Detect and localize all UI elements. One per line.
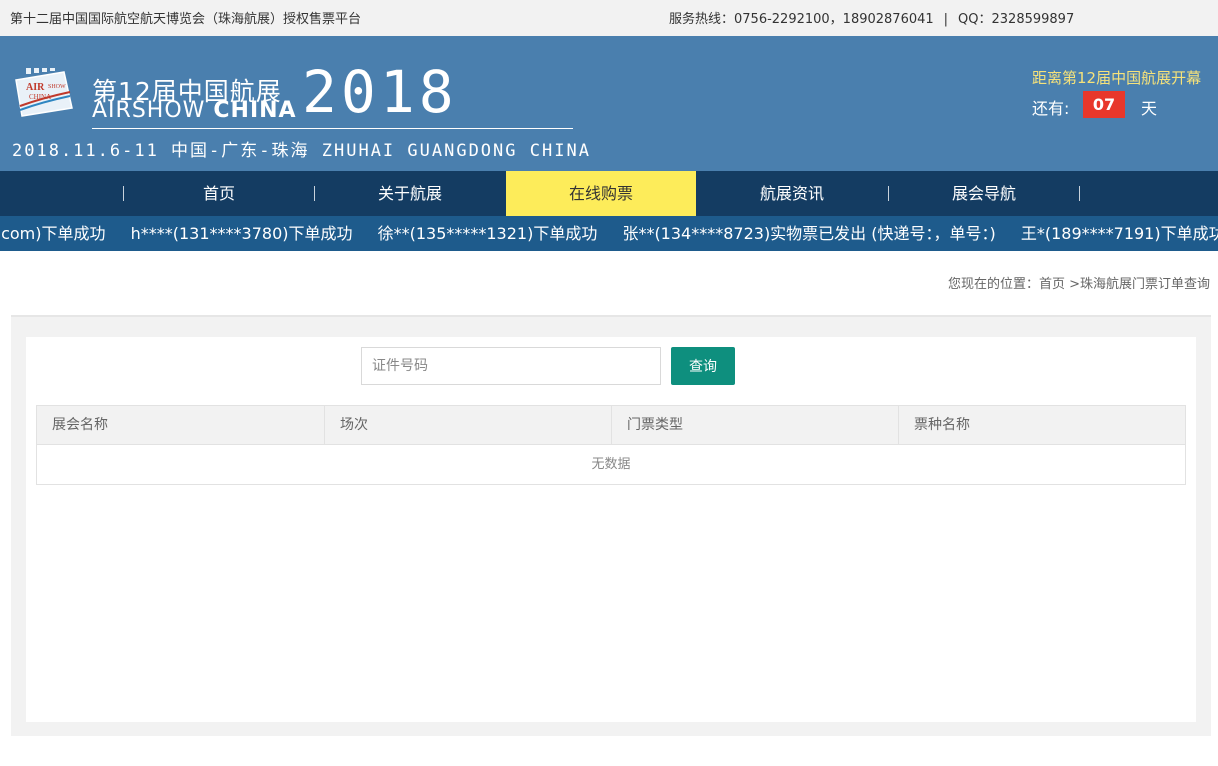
ticker-message: 徐**(135*****1321)下单成功 <box>377 224 598 243</box>
order-ticker: *.com)下单成功 h****(131****3780)下单成功 徐**(13… <box>0 216 1218 251</box>
logo-divider <box>92 128 573 129</box>
hotline-text: 服务热线：0756-2292100，18902876041 <box>669 12 934 27</box>
ticker-message: 王*(189****7191)下单成功 <box>1020 224 1218 243</box>
nav-item-guide[interactable]: 展会导航 <box>889 171 1079 216</box>
qq-text: QQ：2328599897 <box>958 12 1075 27</box>
site-header: AIR SHOW CHINA 第12届中国航展 AIRSHOW CHINA 20… <box>0 36 1218 171</box>
nav-divider <box>1079 186 1080 201</box>
column-header-exhibition: 展会名称 <box>52 417 108 433</box>
svg-text:AIR: AIR <box>26 82 45 93</box>
column-header-session: 场次 <box>324 406 611 445</box>
countdown-unit: 天 <box>1141 99 1158 118</box>
nav-item-buy-tickets[interactable]: 在线购票 <box>506 171 696 216</box>
countdown-title: 距离第12届中国航展开幕 <box>1032 69 1202 87</box>
content-area: 查询 展会名称 场次 门票类型 票种名称 无数据 <box>11 315 1211 736</box>
ticker-message: h****(131****3780)下单成功 <box>130 224 353 243</box>
logo-title-en-light: AIRSHOW <box>92 98 206 123</box>
main-nav: 首页 关于航展 在线购票 航展资讯 展会导航 <box>0 171 1218 216</box>
svg-text:CHINA: CHINA <box>29 93 51 101</box>
table-empty-message: 无数据 <box>591 457 631 472</box>
column-header-ticket-type: 门票类型 <box>611 406 898 445</box>
contact-separator: | <box>943 12 949 27</box>
airshow-logo-icon[interactable]: AIR SHOW CHINA <box>12 68 76 120</box>
logo-year: 2018 <box>302 58 458 126</box>
countdown-days-badge: 07 <box>1083 91 1125 118</box>
ticker-message: *.com)下单成功 <box>0 224 106 243</box>
query-button[interactable]: 查询 <box>671 347 735 385</box>
table-header: 展会名称 场次 门票类型 票种名称 <box>37 406 1185 445</box>
top-info-bar: 第十二届中国国际航空航天博览会（珠海航展）授权售票平台 服务热线：0756-22… <box>0 0 1218 36</box>
contact-info: 服务热线：0756-2292100，18902876041 | QQ：2328599… <box>669 8 1074 27</box>
countdown-remaining-label: 还有: <box>1032 99 1070 118</box>
ticker-message: 张**(134****8723)实物票已发出 (快递号：，单号：) <box>622 224 996 243</box>
order-table: 展会名称 场次 门票类型 票种名称 无数据 <box>36 405 1186 485</box>
nav-item-about[interactable]: 关于航展 <box>315 171 505 216</box>
nav-item-home[interactable]: 首页 <box>124 171 314 216</box>
logo-title-en-bold: CHINA <box>213 98 297 123</box>
site-title: 第十二届中国国际航空航天博览会（珠海航展）授权售票平台 <box>10 12 362 27</box>
logo-title-en: AIRSHOW CHINA <box>92 98 297 123</box>
column-header-ticket-name: 票种名称 <box>898 406 1185 445</box>
breadcrumb: 您现在的位置：首页 >珠海航展门票订单查询 <box>947 277 1210 292</box>
logo-subtitle: 2018.11.6-11 中国-广东-珠海 ZHUHAI GUANGDONG C… <box>12 141 591 161</box>
svg-text:SHOW: SHOW <box>48 84 66 90</box>
id-number-input[interactable] <box>361 347 661 385</box>
nav-item-news[interactable]: 航展资讯 <box>697 171 887 216</box>
order-query-panel: 查询 展会名称 场次 门票类型 票种名称 无数据 <box>26 337 1196 722</box>
ticker-track: *.com)下单成功 h****(131****3780)下单成功 徐**(13… <box>0 216 1218 251</box>
